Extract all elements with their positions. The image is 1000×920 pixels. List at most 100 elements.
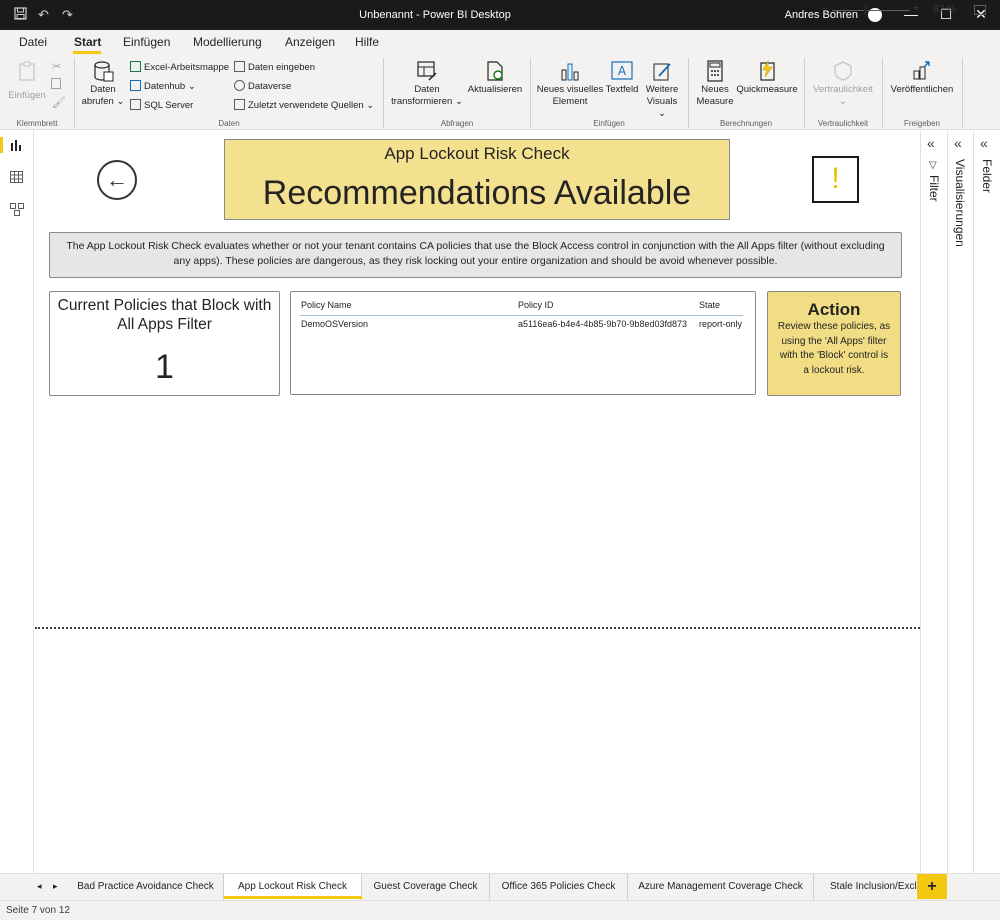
active-page-indicator bbox=[224, 896, 362, 899]
sql-server-icon bbox=[130, 99, 141, 110]
policy-count-card[interactable]: Current Policies that Block with All App… bbox=[49, 291, 280, 396]
dataverse-icon bbox=[234, 80, 245, 91]
table-header-divider bbox=[300, 315, 743, 316]
recent-sources-button[interactable]: Zuletzt verwendete Quellen ⌄ bbox=[234, 99, 374, 111]
collapse-chevron-icon[interactable]: « bbox=[980, 135, 988, 151]
publish-button[interactable]: Veröffentlichen bbox=[886, 60, 958, 96]
collapse-chevron-icon[interactable]: « bbox=[954, 135, 962, 151]
table-cell-policy-id[interactable]: a5116ea6-b4e4-4b85-9b70-9b8ed03fd873 bbox=[518, 319, 687, 329]
collapse-chevron-icon[interactable]: « bbox=[927, 135, 935, 151]
menu-anzeigen[interactable]: Anzeigen bbox=[285, 35, 335, 49]
quick-measure-button[interactable]: Quickmeasure bbox=[736, 60, 798, 96]
refresh-button[interactable]: Aktualisieren bbox=[466, 60, 524, 96]
report-title: App Lockout Risk Check bbox=[384, 144, 570, 163]
page-tab[interactable]: Stale Inclusion/Exclu bbox=[814, 874, 917, 900]
textbox-button[interactable]: A Textfeld bbox=[604, 60, 640, 96]
filter-icon: ▽ bbox=[929, 160, 937, 171]
menu-datei[interactable]: Datei bbox=[19, 35, 47, 49]
menu-hilfe[interactable]: Hilfe bbox=[355, 35, 379, 49]
card-title: Current Policies that Block with All App… bbox=[57, 297, 272, 333]
column-header-policy-id[interactable]: Policy ID bbox=[518, 300, 554, 310]
fit-to-page-icon[interactable] bbox=[974, 5, 986, 15]
action-title: Action bbox=[807, 300, 861, 319]
chevron-down-icon: ⌄ bbox=[839, 96, 847, 107]
excel-workbook-button[interactable]: Excel-Arbeitsmappe bbox=[130, 61, 229, 73]
menu-einfuegen[interactable]: Einfügen bbox=[123, 35, 170, 49]
datahub-label: Datenhub bbox=[144, 81, 186, 92]
menu-bar: Datei Start Einfügen Modellierung Anzeig… bbox=[0, 30, 1000, 54]
window-title: Unbenannt - Power BI Desktop bbox=[359, 9, 511, 21]
report-header[interactable]: App Lockout Risk Check Recommendations A… bbox=[224, 139, 730, 220]
next-page-icon[interactable]: ▸ bbox=[53, 881, 58, 892]
sensitivity-button[interactable]: Vertraulichkeit ⌄ bbox=[810, 60, 876, 108]
enter-data-button[interactable]: Daten eingeben bbox=[234, 61, 315, 73]
add-page-button[interactable]: + bbox=[917, 874, 947, 899]
sensitivity-icon bbox=[834, 61, 852, 81]
quick-measure-icon bbox=[760, 60, 775, 81]
new-visual-button[interactable]: Neues visuelles Element bbox=[536, 60, 604, 108]
copy-icon[interactable] bbox=[51, 78, 61, 89]
description-textbox[interactable]: The App Lockout Risk Check evaluates whe… bbox=[49, 232, 902, 278]
sql-server-label: SQL Server bbox=[144, 100, 194, 111]
textbox-label: Textfeld bbox=[605, 84, 639, 95]
warning-icon[interactable]: ! bbox=[812, 156, 859, 203]
title-bar: ↶ ↷ Unbenannt - Power BI Desktop Andres … bbox=[0, 0, 1000, 30]
recent-sources-label: Zuletzt verwendete Quellen bbox=[248, 100, 364, 111]
page-tab[interactable]: Guest Coverage Check bbox=[362, 874, 490, 900]
table-cell-state[interactable]: report-only bbox=[699, 319, 742, 329]
format-painter-icon[interactable]: 🖌 bbox=[52, 96, 66, 109]
page-tab[interactable]: Office 365 Policies Check bbox=[490, 874, 628, 900]
quick-measure-label: Quickmeasure bbox=[736, 84, 798, 95]
chevron-down-icon: ⌄ bbox=[185, 81, 196, 92]
model-view-icon[interactable] bbox=[10, 203, 24, 217]
dataverse-button[interactable]: Dataverse bbox=[234, 80, 291, 92]
menu-start[interactable]: Start bbox=[74, 35, 101, 49]
table-view-icon[interactable] bbox=[10, 171, 24, 185]
page-boundary bbox=[35, 627, 920, 629]
paste-button[interactable]: Einfügen bbox=[8, 60, 46, 101]
policy-table[interactable]: Policy Name Policy ID State DemoOSVersio… bbox=[290, 291, 756, 395]
back-button[interactable]: ← bbox=[97, 160, 137, 200]
page-indicator: Seite 7 von 12 bbox=[6, 905, 70, 916]
column-header-policy-name[interactable]: Policy Name bbox=[301, 300, 352, 310]
visualizations-pane[interactable]: « Visualisierungen bbox=[947, 131, 973, 873]
zoom-out-button[interactable]: - bbox=[822, 2, 826, 14]
datahub-button[interactable]: Datenhub ⌄ bbox=[130, 80, 196, 92]
new-visual-label-2: Element bbox=[552, 96, 588, 107]
page-tab[interactable]: Bad Practice Avoidance Check bbox=[68, 874, 224, 900]
cut-icon[interactable]: ✂ bbox=[52, 60, 61, 73]
page-tab[interactable]: Azure Management Coverage Check bbox=[628, 874, 814, 900]
ribbon-separator bbox=[530, 58, 531, 128]
minimize-button[interactable]: — bbox=[896, 6, 926, 22]
prev-page-icon[interactable]: ◂ bbox=[37, 881, 42, 892]
excel-icon bbox=[130, 61, 141, 72]
fields-pane[interactable]: « Felder bbox=[973, 131, 1000, 873]
chevron-down-icon: ⌄ bbox=[113, 96, 125, 107]
queries-group-label: Abfragen bbox=[440, 119, 474, 128]
active-view-indicator bbox=[0, 137, 3, 153]
excel-label: Excel-Arbeitsmappe bbox=[144, 62, 230, 73]
get-data-button[interactable]: Daten abrufen ⌄ bbox=[80, 60, 126, 108]
visualizations-pane-label: Visualisierungen bbox=[953, 159, 967, 247]
new-measure-button[interactable]: Neues Measure bbox=[694, 60, 736, 108]
new-visual-label-1: Neues visuelles bbox=[536, 84, 604, 95]
dataverse-label: Dataverse bbox=[248, 81, 292, 92]
new-measure-label-2: Measure bbox=[696, 96, 734, 107]
report-view-icon[interactable] bbox=[10, 139, 24, 153]
action-card[interactable]: Action Review these policies, as using t… bbox=[767, 291, 901, 396]
sql-server-button[interactable]: SQL Server bbox=[130, 99, 193, 111]
column-header-state[interactable]: State bbox=[699, 300, 720, 310]
table-cell-policy-name[interactable]: DemoOSVersion bbox=[301, 319, 368, 329]
filter-pane[interactable]: « ▽ Filter bbox=[920, 131, 947, 873]
database-icon bbox=[94, 61, 114, 82]
zoom-slider-thumb[interactable] bbox=[864, 5, 867, 15]
more-visuals-button[interactable]: Weitere Visuals ⌄ bbox=[642, 60, 682, 120]
transform-data-button[interactable]: Daten transformieren ⌄ bbox=[390, 60, 464, 108]
new-measure-label-1: Neues bbox=[701, 84, 729, 95]
zoom-in-button[interactable]: + bbox=[913, 2, 919, 14]
zoom-slider[interactable] bbox=[832, 10, 910, 11]
status-bar: Seite 7 von 12 bbox=[0, 900, 1000, 920]
menu-modellierung[interactable]: Modellierung bbox=[193, 35, 262, 49]
zoom-level: 87 % bbox=[933, 4, 956, 15]
ribbon-separator bbox=[804, 58, 805, 128]
